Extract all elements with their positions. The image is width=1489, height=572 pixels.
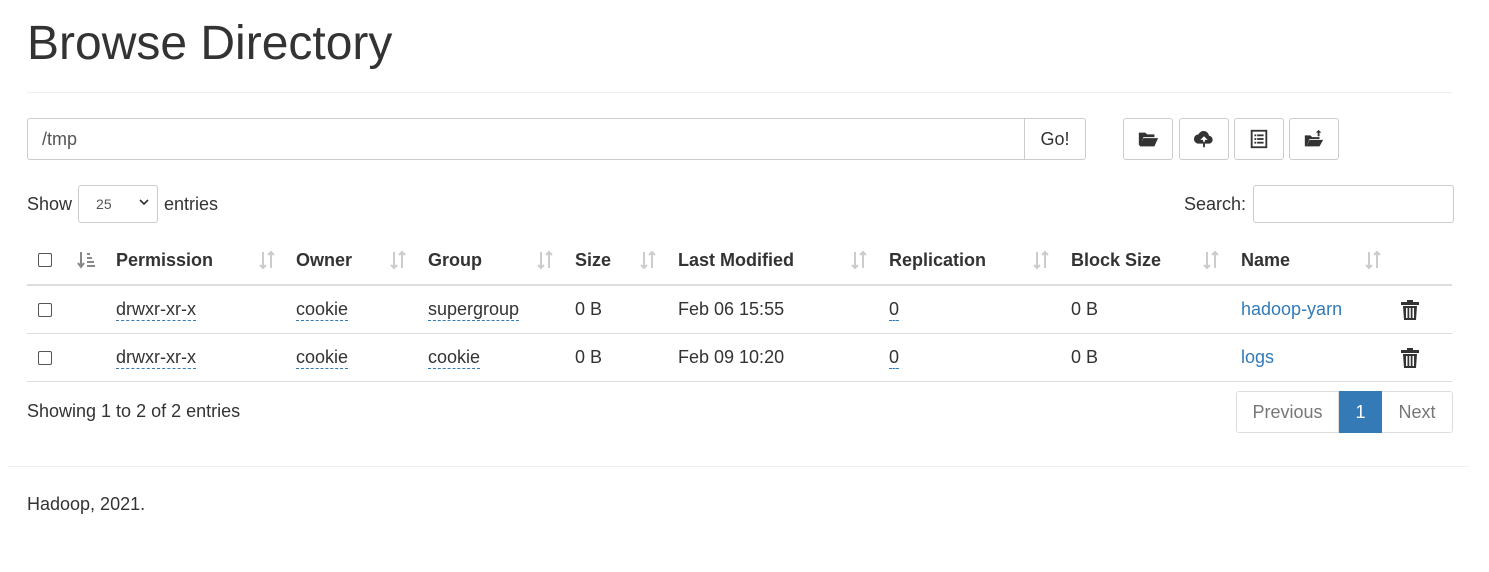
column-header-group[interactable]: Group	[428, 236, 575, 286]
replication-value[interactable]: 0	[889, 299, 900, 321]
table-info: Showing 1 to 2 of 2 entries	[27, 401, 241, 421]
row-select-cell	[27, 333, 69, 382]
group-value[interactable]: supergroup	[428, 299, 520, 321]
column-header-index[interactable]	[69, 236, 116, 286]
file-name-link[interactable]: hadoop-yarn	[1241, 299, 1342, 319]
entries-length-control: Show 25 entries	[27, 185, 218, 223]
group-value[interactable]: cookie	[428, 347, 481, 369]
row-checkbox[interactable]	[38, 302, 52, 317]
delete-button[interactable]	[1401, 347, 1452, 368]
create-directory-button[interactable]	[1123, 118, 1173, 160]
search-input[interactable]	[1253, 185, 1455, 223]
sort-ascending-icon	[77, 252, 95, 269]
sort-icon	[390, 250, 406, 270]
move-button[interactable]	[1289, 118, 1339, 160]
delete-button[interactable]	[1401, 299, 1452, 320]
column-header-owner[interactable]: Owner	[296, 236, 428, 286]
cut-paste-button[interactable]	[1234, 118, 1284, 160]
sort-icon	[537, 250, 553, 270]
select-all-checkbox[interactable]	[38, 253, 52, 267]
column-header-name[interactable]: Name	[1241, 236, 1401, 286]
column-label: Group	[428, 249, 482, 270]
upload-button[interactable]	[1179, 118, 1229, 160]
block-size-value: 0 B	[1071, 299, 1099, 319]
sort-icon	[1365, 250, 1381, 270]
permission-value[interactable]: drwxr-xr-x	[116, 299, 196, 321]
footer-text: Hadoop, 2021.	[27, 494, 146, 514]
table-search: Search:	[1184, 185, 1455, 223]
last-modified-value: Feb 06 15:55	[678, 299, 785, 319]
footer-divider	[8, 466, 1469, 467]
entries-per-page-select[interactable]: 25	[78, 185, 159, 223]
row-index-cell	[69, 333, 116, 382]
table-row: drwxr-xr-x cookie cookie 0 B Feb 09 10:2…	[27, 333, 1452, 382]
sort-icon	[1203, 250, 1219, 270]
header-divider	[27, 92, 1452, 93]
permission-value[interactable]: drwxr-xr-x	[116, 347, 196, 369]
next-page-button[interactable]: Next	[1382, 391, 1453, 433]
folder-open-icon	[1138, 132, 1159, 147]
trash-icon	[1401, 347, 1419, 368]
column-header-actions	[1401, 236, 1452, 286]
search-label: Search:	[1184, 193, 1247, 214]
column-label: Replication	[889, 249, 987, 270]
row-checkbox[interactable]	[38, 350, 52, 365]
entries-per-page-value: 25	[96, 196, 112, 212]
size-value: 0 B	[575, 347, 603, 367]
sort-icon	[259, 250, 275, 270]
pagination: Previous 1 Next	[1236, 391, 1453, 433]
directory-path-input[interactable]	[27, 118, 1024, 160]
column-header-size[interactable]: Size	[575, 236, 678, 286]
column-header-replication[interactable]: Replication	[889, 236, 1071, 286]
go-button[interactable]: Go!	[1024, 118, 1086, 160]
page-title: Browse Directory	[27, 17, 393, 70]
sort-icon	[640, 250, 656, 270]
show-label: Show	[27, 193, 73, 214]
sort-icon	[1033, 250, 1049, 270]
select-all-header	[27, 236, 69, 286]
trash-icon	[1401, 299, 1419, 320]
path-bar: Go!	[27, 118, 1086, 160]
column-label: Last Modified	[678, 249, 794, 270]
page-1-button[interactable]: 1	[1339, 391, 1382, 433]
last-modified-value: Feb 09 10:20	[678, 347, 785, 367]
column-header-permission[interactable]: Permission	[116, 236, 296, 286]
owner-value[interactable]: cookie	[296, 347, 349, 369]
block-size-value: 0 B	[1071, 347, 1099, 367]
previous-page-button[interactable]: Previous	[1236, 391, 1339, 433]
folder-move-icon	[1304, 129, 1324, 147]
list-icon	[1250, 129, 1268, 149]
size-value: 0 B	[575, 299, 603, 319]
table-row: drwxr-xr-x cookie supergroup 0 B Feb 06 …	[27, 285, 1452, 334]
sort-icon	[851, 250, 867, 270]
column-label: Name	[1241, 249, 1291, 270]
owner-value[interactable]: cookie	[296, 299, 349, 321]
column-header-block-size[interactable]: Block Size	[1071, 236, 1241, 286]
column-label: Owner	[296, 249, 353, 270]
row-select-cell	[27, 285, 69, 334]
column-header-last-modified[interactable]: Last Modified	[678, 236, 889, 286]
directory-table: Permission Owner Group Size Last Modifie…	[27, 236, 1452, 382]
table-header-row: Permission Owner Group Size Last Modifie…	[27, 236, 1452, 286]
cloud-upload-icon	[1193, 131, 1213, 148]
column-label: Block Size	[1071, 249, 1162, 270]
column-label: Size	[575, 249, 612, 270]
entries-label: entries	[164, 193, 219, 214]
column-label: Permission	[116, 249, 214, 270]
row-index-cell	[69, 285, 116, 334]
replication-value[interactable]: 0	[889, 347, 900, 369]
chevron-down-icon	[139, 199, 149, 206]
file-name-link[interactable]: logs	[1241, 347, 1274, 367]
